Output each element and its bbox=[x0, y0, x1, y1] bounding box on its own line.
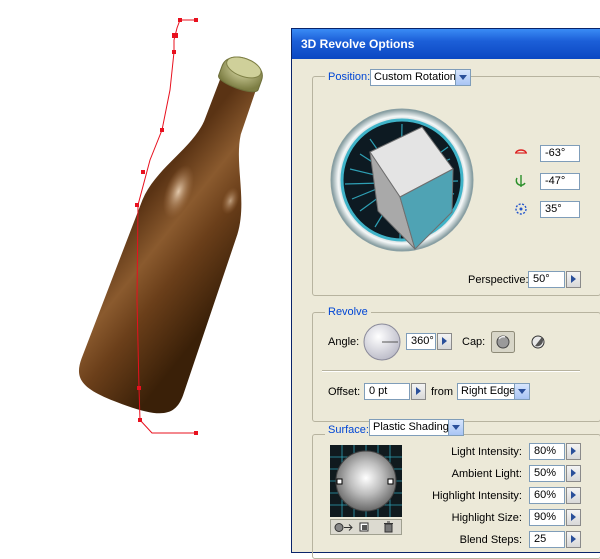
dialog-title: 3D Revolve Options bbox=[301, 37, 415, 51]
cap-off-icon[interactable] bbox=[530, 334, 546, 350]
blend-steps-arrow-button[interactable] bbox=[566, 531, 581, 548]
highlight-size-value: 90% bbox=[534, 511, 557, 523]
delete-light-icon[interactable] bbox=[383, 521, 394, 533]
rotation-track-cube[interactable] bbox=[330, 99, 475, 261]
surface-label: Surface: bbox=[325, 424, 372, 436]
rotation-y-field[interactable]: -47° bbox=[540, 173, 580, 190]
light-intensity-field[interactable]: 80% bbox=[529, 443, 565, 460]
revolve-label: Revolve bbox=[325, 306, 371, 318]
perspective-label: Perspective: bbox=[468, 274, 529, 286]
new-light-icon[interactable] bbox=[334, 522, 354, 533]
angle-dial[interactable] bbox=[362, 322, 402, 362]
blend-steps-value: 25 bbox=[534, 533, 547, 545]
revolve-options-dialog: 3D Revolve Options Position: Custom Rota… bbox=[291, 28, 600, 559]
lighting-sphere-preview[interactable] bbox=[330, 445, 402, 517]
rotation-x-value: -63° bbox=[545, 147, 566, 159]
rotation-z-field[interactable]: 35° bbox=[540, 201, 580, 218]
light-intensity-arrow-button[interactable] bbox=[566, 443, 581, 460]
highlight-size-field[interactable]: 90% bbox=[529, 509, 565, 526]
offset-label: Offset: bbox=[328, 386, 361, 398]
highlight-intensity-value: 60% bbox=[534, 489, 557, 501]
ambient-light-arrow-button[interactable] bbox=[566, 465, 581, 482]
rotate-z-icon bbox=[515, 203, 527, 215]
perspective-value: 50° bbox=[533, 273, 550, 285]
lighting-toolbar bbox=[330, 519, 402, 535]
perspective-arrow-button[interactable] bbox=[566, 271, 581, 288]
offset-field[interactable]: 0 pt bbox=[364, 383, 410, 400]
offset-from-select[interactable]: Right Edge bbox=[457, 383, 530, 400]
ambient-light-value: 50% bbox=[534, 467, 557, 479]
rotation-y-value: -47° bbox=[545, 175, 566, 187]
rotation-z-value: 35° bbox=[545, 203, 562, 215]
highlight-intensity-arrow-button[interactable] bbox=[566, 487, 581, 504]
move-light-back-icon[interactable] bbox=[359, 522, 370, 533]
angle-field[interactable]: 360° bbox=[406, 333, 436, 350]
offset-value: 0 pt bbox=[369, 385, 388, 397]
revolve-separator bbox=[322, 370, 580, 372]
offset-from-value: Right Edge bbox=[461, 385, 516, 397]
from-label: from bbox=[431, 386, 453, 398]
angle-value: 360° bbox=[411, 335, 434, 347]
cap-label: Cap: bbox=[462, 336, 486, 348]
chevron-down-icon[interactable] bbox=[455, 70, 470, 85]
cap-on-icon[interactable] bbox=[491, 331, 515, 353]
highlight-size-arrow-button[interactable] bbox=[566, 509, 581, 526]
bottle[interactable] bbox=[72, 41, 299, 423]
surface-shading-select[interactable]: Plastic Shading bbox=[369, 419, 464, 436]
rotate-y-icon bbox=[515, 175, 526, 187]
rotate-x-icon bbox=[515, 149, 527, 154]
highlight-size-label: Highlight Size: bbox=[451, 512, 522, 524]
blend-steps-field[interactable]: 25 bbox=[529, 531, 565, 548]
blend-steps-label: Blend Steps: bbox=[459, 534, 522, 546]
light-intensity-value: 80% bbox=[534, 445, 557, 457]
highlight-intensity-label: Highlight Intensity: bbox=[432, 490, 522, 502]
light-intensity-label: Light Intensity: bbox=[451, 446, 522, 458]
surface-shading-value: Plastic Shading bbox=[373, 421, 449, 433]
position-label: Position: bbox=[325, 71, 374, 83]
perspective-field[interactable]: 50° bbox=[528, 271, 565, 288]
ambient-light-label: Ambient Light: bbox=[451, 468, 522, 480]
revolve-group bbox=[312, 312, 600, 422]
angle-label: Angle: bbox=[328, 336, 360, 348]
bottle-body bbox=[78, 63, 261, 414]
position-preset-select[interactable]: Custom Rotation bbox=[370, 69, 471, 86]
offset-arrow-button[interactable] bbox=[411, 383, 426, 400]
ambient-light-field[interactable]: 50% bbox=[529, 465, 565, 482]
rotation-x-field[interactable]: -63° bbox=[540, 145, 580, 162]
chevron-down-icon[interactable] bbox=[514, 384, 529, 399]
title-bar[interactable]: 3D Revolve Options bbox=[292, 29, 600, 59]
chevron-down-icon[interactable] bbox=[448, 420, 463, 435]
angle-arrow-button[interactable] bbox=[437, 333, 452, 350]
highlight-intensity-field[interactable]: 60% bbox=[529, 487, 565, 504]
position-preset-value: Custom Rotation bbox=[374, 71, 456, 83]
artboard bbox=[72, 18, 299, 435]
